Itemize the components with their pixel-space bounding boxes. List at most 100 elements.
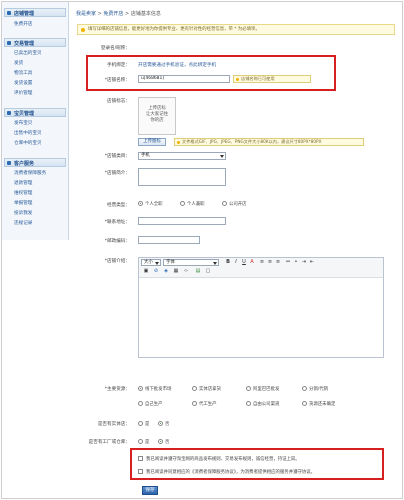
- agree-protection-checkbox[interactable]: [138, 469, 143, 474]
- sidebar-item-publish[interactable]: 发布宝贝: [14, 120, 32, 126]
- bold-icon[interactable]: B: [225, 259, 231, 265]
- folder-icon: [7, 161, 11, 165]
- ordered-list-icon[interactable]: ≔: [285, 259, 291, 265]
- logo-preview: 上传店标 让大家记住 你的店: [138, 97, 176, 135]
- source-radio-company[interactable]: [246, 401, 251, 406]
- description-label: *店铺介绍：: [104, 259, 130, 264]
- fullscreen-icon[interactable]: ▢: [205, 268, 211, 274]
- align-left-icon[interactable]: ≡: [259, 259, 265, 265]
- rich-text-editor[interactable]: 大小 字体 B I U A ≡ ≡ ≡ ≔ • ⇥ ⇤ ▣ ⊘ ◈ ▦ ‹› ▤…: [138, 257, 384, 358]
- code-icon[interactable]: ◈: [163, 268, 169, 274]
- source-radio-alibaba[interactable]: [246, 386, 251, 391]
- factory-no-radio[interactable]: [158, 439, 163, 444]
- physical-store-label: 是否有实体店：: [97, 422, 130, 427]
- sidebar-item-rights[interactable]: 维权管理: [14, 190, 32, 196]
- login-name-label: 登录名/昵称：: [100, 46, 130, 51]
- address-input[interactable]: [138, 217, 226, 225]
- emoticon-icon[interactable]: ▤: [195, 268, 201, 274]
- store-no-radio[interactable]: [158, 421, 163, 426]
- sidebar-item-ship-settings[interactable]: 发货设置: [14, 80, 32, 86]
- intro-textarea[interactable]: [138, 168, 226, 186]
- info-icon: [177, 141, 180, 144]
- sidebar-item-violations[interactable]: 违规记录: [14, 220, 32, 226]
- folder-icon: [7, 41, 11, 45]
- outdent-icon[interactable]: ⇤: [309, 259, 315, 265]
- font-family-select[interactable]: 字体: [163, 259, 219, 266]
- sidebar-item-warehouse[interactable]: 仓库中的宝贝: [14, 140, 42, 146]
- sidebar-item-sold[interactable]: 已卖出的宝贝: [14, 50, 42, 56]
- chevron-down-icon: [155, 262, 159, 265]
- page-frame: 店铺管理 免费开店 交易管理 已卖出的宝贝 发货 物流工具 发货设置 评价管理 …: [1, 1, 403, 499]
- sidebar-item-protection[interactable]: 消费者保障服务: [14, 170, 46, 176]
- type-radio-company[interactable]: [222, 201, 227, 206]
- bullet-list-icon[interactable]: •: [293, 259, 299, 265]
- type-radio-personal-full[interactable]: [138, 201, 143, 206]
- sidebar-item-reports[interactable]: 举报管理: [14, 200, 32, 206]
- source-radio-store[interactable]: [192, 386, 197, 391]
- sidebar-section-trade[interactable]: 交易管理: [4, 38, 66, 47]
- factory-yes-radio[interactable]: [138, 439, 143, 444]
- shop-name-input[interactable]: u[468681]: [138, 75, 230, 83]
- category-label: *店铺类目：: [104, 154, 130, 159]
- chevron-down-icon: [213, 262, 217, 265]
- source-radio-self[interactable]: [138, 401, 143, 406]
- editor-toolbar: 大小 字体 B I U A ≡ ≡ ≡ ≔ • ⇥ ⇤ ▣ ⊘ ◈ ▦ ‹› ▤…: [139, 258, 383, 278]
- table-icon[interactable]: ▦: [173, 268, 179, 274]
- info-tip: 填写详细的店铺信息，能更好地为你提供专业、更有针对性的经营信息，带 * 为必填项…: [77, 24, 395, 35]
- indent-icon[interactable]: ⇥: [301, 259, 307, 265]
- sidebar-item-ship[interactable]: 发货: [14, 60, 23, 66]
- type-radio-personal-part[interactable]: [180, 201, 185, 206]
- address-label: *联系地址：: [104, 220, 130, 225]
- sidebar-section-goods[interactable]: 宝贝管理: [4, 108, 66, 117]
- breadcrumb-open-shop[interactable]: 免费开店: [103, 11, 123, 17]
- sidebar-item-complaints[interactable]: 投诉我发: [14, 210, 32, 216]
- font-size-select[interactable]: 大小: [141, 259, 161, 266]
- agree-protection-text: 我已阅读并同意相应的《消费者保障服务协议》，为消费者提供相应的服务并遵守协议。: [146, 470, 316, 475]
- warning-icon: [81, 28, 85, 32]
- sidebar-item-logistics[interactable]: 物流工具: [14, 70, 32, 76]
- sidebar-item-reviews[interactable]: 评价管理: [14, 90, 32, 96]
- check-icon: [236, 78, 239, 81]
- link-icon[interactable]: ⊘: [153, 268, 159, 274]
- intro-label: *店铺简介：: [104, 171, 130, 176]
- store-yes-radio[interactable]: [138, 421, 143, 426]
- sidebar-item-refunds[interactable]: 退款管理: [14, 180, 32, 186]
- phone-bind-label: 手机绑定：: [107, 63, 130, 68]
- image-icon[interactable]: ▣: [143, 268, 149, 274]
- source-radio-undecided[interactable]: [302, 401, 307, 406]
- source-radio-distribution[interactable]: [302, 386, 307, 391]
- highlight-box-shop-info: [86, 55, 336, 91]
- sidebar-item-on-sale[interactable]: 出售中的宝贝: [14, 130, 42, 136]
- source-radio-oem[interactable]: [192, 401, 197, 406]
- shop-name-label: *店铺名称：: [104, 78, 130, 83]
- logo-label: 店铺标志：: [107, 99, 130, 104]
- breadcrumb: 我是卖家 > 免费开店 > 店铺基本信息: [76, 11, 161, 17]
- phone-bind-link[interactable]: 开店需要通过手机验证，点此绑定手机: [138, 62, 216, 68]
- shop-name-status: 店铺名称已可使用: [233, 75, 311, 83]
- agree-rules-checkbox[interactable]: [138, 456, 143, 461]
- underline-icon[interactable]: U: [241, 259, 247, 265]
- align-center-icon[interactable]: ≡: [267, 259, 273, 265]
- zip-input[interactable]: [138, 236, 200, 244]
- highlight-box-agreements: [130, 448, 384, 480]
- font-color-icon[interactable]: A: [249, 259, 255, 265]
- sidebar-section-service[interactable]: 客户服务: [4, 158, 66, 167]
- source-label: *主要货源：: [104, 387, 130, 392]
- folder-icon: [7, 11, 11, 15]
- factory-label: 是否有工厂或仓库：: [88, 440, 130, 445]
- save-button[interactable]: 保存: [142, 486, 158, 495]
- chevron-down-icon: [220, 155, 224, 158]
- zip-label: *邮政编码：: [104, 239, 130, 244]
- sidebar-section-shop[interactable]: 店铺管理: [4, 8, 66, 17]
- type-label: 经营类型：: [107, 203, 130, 208]
- breadcrumb-current: 店铺基本信息: [130, 11, 161, 17]
- italic-icon[interactable]: I: [233, 259, 239, 265]
- upload-hint: 文件格式GIF、JPG、JPEG、PNG文件大小80K以内，建议尺寸80PX*8…: [174, 138, 364, 146]
- source-radio-market[interactable]: [138, 386, 143, 391]
- category-select[interactable]: 手机: [138, 152, 226, 160]
- sidebar-item-open-shop[interactable]: 免费开店: [14, 21, 32, 27]
- breadcrumb-home[interactable]: 我是卖家: [76, 11, 96, 17]
- html-icon[interactable]: ‹›: [183, 268, 189, 274]
- align-right-icon[interactable]: ≡: [275, 259, 281, 265]
- upload-logo-button[interactable]: 上传图标: [138, 138, 166, 146]
